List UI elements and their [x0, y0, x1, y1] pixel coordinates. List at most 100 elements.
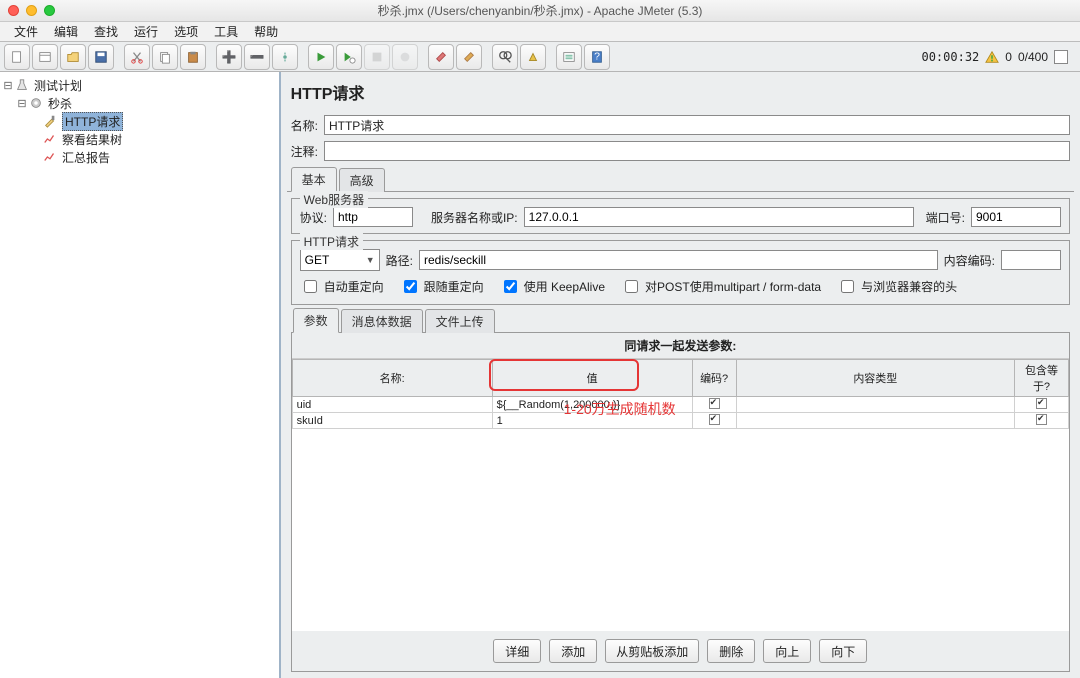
tab-advanced[interactable]: 高级	[339, 168, 385, 192]
clear-all-icon[interactable]	[456, 44, 482, 70]
table-row[interactable]: skuId 1	[292, 413, 1068, 429]
browser-compat-checkbox[interactable]: 与浏览器兼容的头	[837, 277, 957, 296]
server-label: 服务器名称或IP:	[431, 209, 518, 226]
save-icon[interactable]	[88, 44, 114, 70]
path-input[interactable]	[419, 250, 938, 270]
tree-toggle-icon[interactable]: ⊟	[2, 79, 14, 92]
parameters-box: 同请求一起发送参数: 名称: 值 编码? 内容类型 包含等于?	[291, 333, 1070, 672]
test-plan-tree[interactable]: ⊟ 测试计划 ⊟ 秒杀 · HTTP请求 · 察看结果树 · 汇总报告	[0, 72, 281, 678]
port-input[interactable]	[971, 207, 1061, 227]
encoding-input[interactable]	[1001, 250, 1061, 270]
webserver-group: Web服务器 协议: 服务器名称或IP: 端口号:	[291, 198, 1070, 234]
window-title-bar: 秒杀.jmx (/Users/chenyanbin/秒杀.jmx) - Apac…	[0, 0, 1080, 22]
protocol-input[interactable]	[333, 207, 413, 227]
clear-icon[interactable]	[428, 44, 454, 70]
thread-count: 0/400	[1018, 50, 1048, 64]
comment-input[interactable]	[324, 141, 1070, 161]
collapse-icon[interactable]: ➖	[244, 44, 270, 70]
protocol-label: 协议:	[300, 209, 327, 226]
templates-icon[interactable]	[32, 44, 58, 70]
shutdown-icon	[392, 44, 418, 70]
body-tabs: 参数 消息体数据 文件上传	[291, 311, 1070, 333]
tree-node-http-request[interactable]: · HTTP请求	[2, 112, 277, 130]
checkbox-icon[interactable]	[1036, 414, 1047, 425]
toolbar: ➕ ➖ ? 00:00:32 0 0/400	[0, 42, 1080, 72]
col-encode[interactable]: 编码?	[692, 360, 736, 397]
col-value[interactable]: 值	[492, 360, 692, 397]
gear-icon	[28, 96, 44, 110]
reset-search-icon[interactable]	[520, 44, 546, 70]
col-name[interactable]: 名称:	[292, 360, 492, 397]
stop-icon	[364, 44, 390, 70]
params-table[interactable]: 名称: 值 编码? 内容类型 包含等于? uid ${__Random(1,20…	[292, 359, 1069, 429]
chevron-down-icon: ▼	[366, 255, 375, 265]
httprequest-legend: HTTP请求	[300, 233, 363, 250]
col-equals[interactable]: 包含等于?	[1015, 360, 1069, 397]
run-indicator	[1054, 50, 1068, 64]
checkbox-icon[interactable]	[709, 398, 720, 409]
tree-node-results-tree[interactable]: · 察看结果树	[2, 130, 277, 148]
checkbox-icon[interactable]	[709, 414, 720, 425]
warning-icon[interactable]	[985, 50, 999, 64]
params-title: 同请求一起发送参数:	[292, 333, 1069, 359]
panel-heading: HTTP请求	[291, 80, 1070, 104]
port-label: 端口号:	[926, 209, 965, 226]
tree-node-testplan[interactable]: ⊟ 测试计划	[2, 76, 277, 94]
menu-file[interactable]: 文件	[6, 21, 46, 42]
multipart-checkbox[interactable]: 对POST使用multipart / form-data	[621, 277, 821, 296]
flask-icon	[14, 78, 30, 92]
delete-button[interactable]: 删除	[707, 639, 755, 663]
tree-toggle-icon[interactable]: ⊟	[16, 97, 28, 110]
menu-tools[interactable]: 工具	[206, 21, 246, 42]
tab-parameters[interactable]: 参数	[293, 308, 339, 333]
col-ctype[interactable]: 内容类型	[736, 360, 1014, 397]
paste-icon[interactable]	[180, 44, 206, 70]
add-button[interactable]: 添加	[549, 639, 597, 663]
chart-icon	[42, 150, 58, 164]
keepalive-checkbox[interactable]: 使用 KeepAlive	[500, 277, 605, 296]
elapsed-time: 00:00:32	[921, 50, 979, 64]
menu-options[interactable]: 选项	[166, 21, 206, 42]
menu-edit[interactable]: 编辑	[46, 21, 86, 42]
move-up-button[interactable]: 向上	[763, 639, 811, 663]
copy-icon[interactable]	[152, 44, 178, 70]
checkbox-icon[interactable]	[1036, 398, 1047, 409]
menu-bar: 文件 编辑 查找 运行 选项 工具 帮助	[0, 22, 1080, 42]
tab-basic[interactable]: 基本	[291, 167, 337, 192]
minimize-window-button[interactable]	[26, 5, 37, 16]
menu-help[interactable]: 帮助	[246, 21, 286, 42]
tree-node-summary-report[interactable]: · 汇总报告	[2, 148, 277, 166]
auto-redirect-checkbox[interactable]: 自动重定向	[300, 277, 384, 296]
menu-search[interactable]: 查找	[86, 21, 126, 42]
add-from-clipboard-button[interactable]: 从剪贴板添加	[605, 639, 699, 663]
new-icon[interactable]	[4, 44, 30, 70]
help-icon[interactable]: ?	[584, 44, 610, 70]
path-label: 路径:	[386, 252, 413, 269]
name-input[interactable]	[324, 115, 1070, 135]
toggle-icon[interactable]	[272, 44, 298, 70]
menu-run[interactable]: 运行	[126, 21, 166, 42]
detail-button[interactable]: 详细	[493, 639, 541, 663]
window-title: 秒杀.jmx (/Users/chenyanbin/秒杀.jmx) - Apac…	[378, 2, 703, 19]
function-helper-icon[interactable]	[556, 44, 582, 70]
search-icon[interactable]	[492, 44, 518, 70]
maximize-window-button[interactable]	[44, 5, 55, 16]
close-window-button[interactable]	[8, 5, 19, 16]
start-icon[interactable]	[308, 44, 334, 70]
expand-icon[interactable]: ➕	[216, 44, 242, 70]
tab-file-upload[interactable]: 文件上传	[425, 309, 495, 333]
comment-label: 注释:	[291, 143, 318, 160]
start-notimers-icon[interactable]	[336, 44, 362, 70]
chart-icon	[42, 132, 58, 146]
server-input[interactable]	[524, 207, 914, 227]
open-icon[interactable]	[60, 44, 86, 70]
move-down-button[interactable]: 向下	[819, 639, 867, 663]
httprequest-group: HTTP请求 GET▼ 路径: 内容编码: 自动重定向 跟随重定向 使用 Kee…	[291, 240, 1070, 305]
method-select[interactable]: GET▼	[300, 249, 380, 271]
follow-redirect-checkbox[interactable]: 跟随重定向	[400, 277, 484, 296]
encoding-label: 内容编码:	[944, 252, 995, 269]
tree-node-threadgroup[interactable]: ⊟ 秒杀	[2, 94, 277, 112]
cut-icon[interactable]	[124, 44, 150, 70]
table-row[interactable]: uid ${__Random(1,200000,)}	[292, 397, 1068, 413]
tab-body-data[interactable]: 消息体数据	[341, 309, 423, 333]
